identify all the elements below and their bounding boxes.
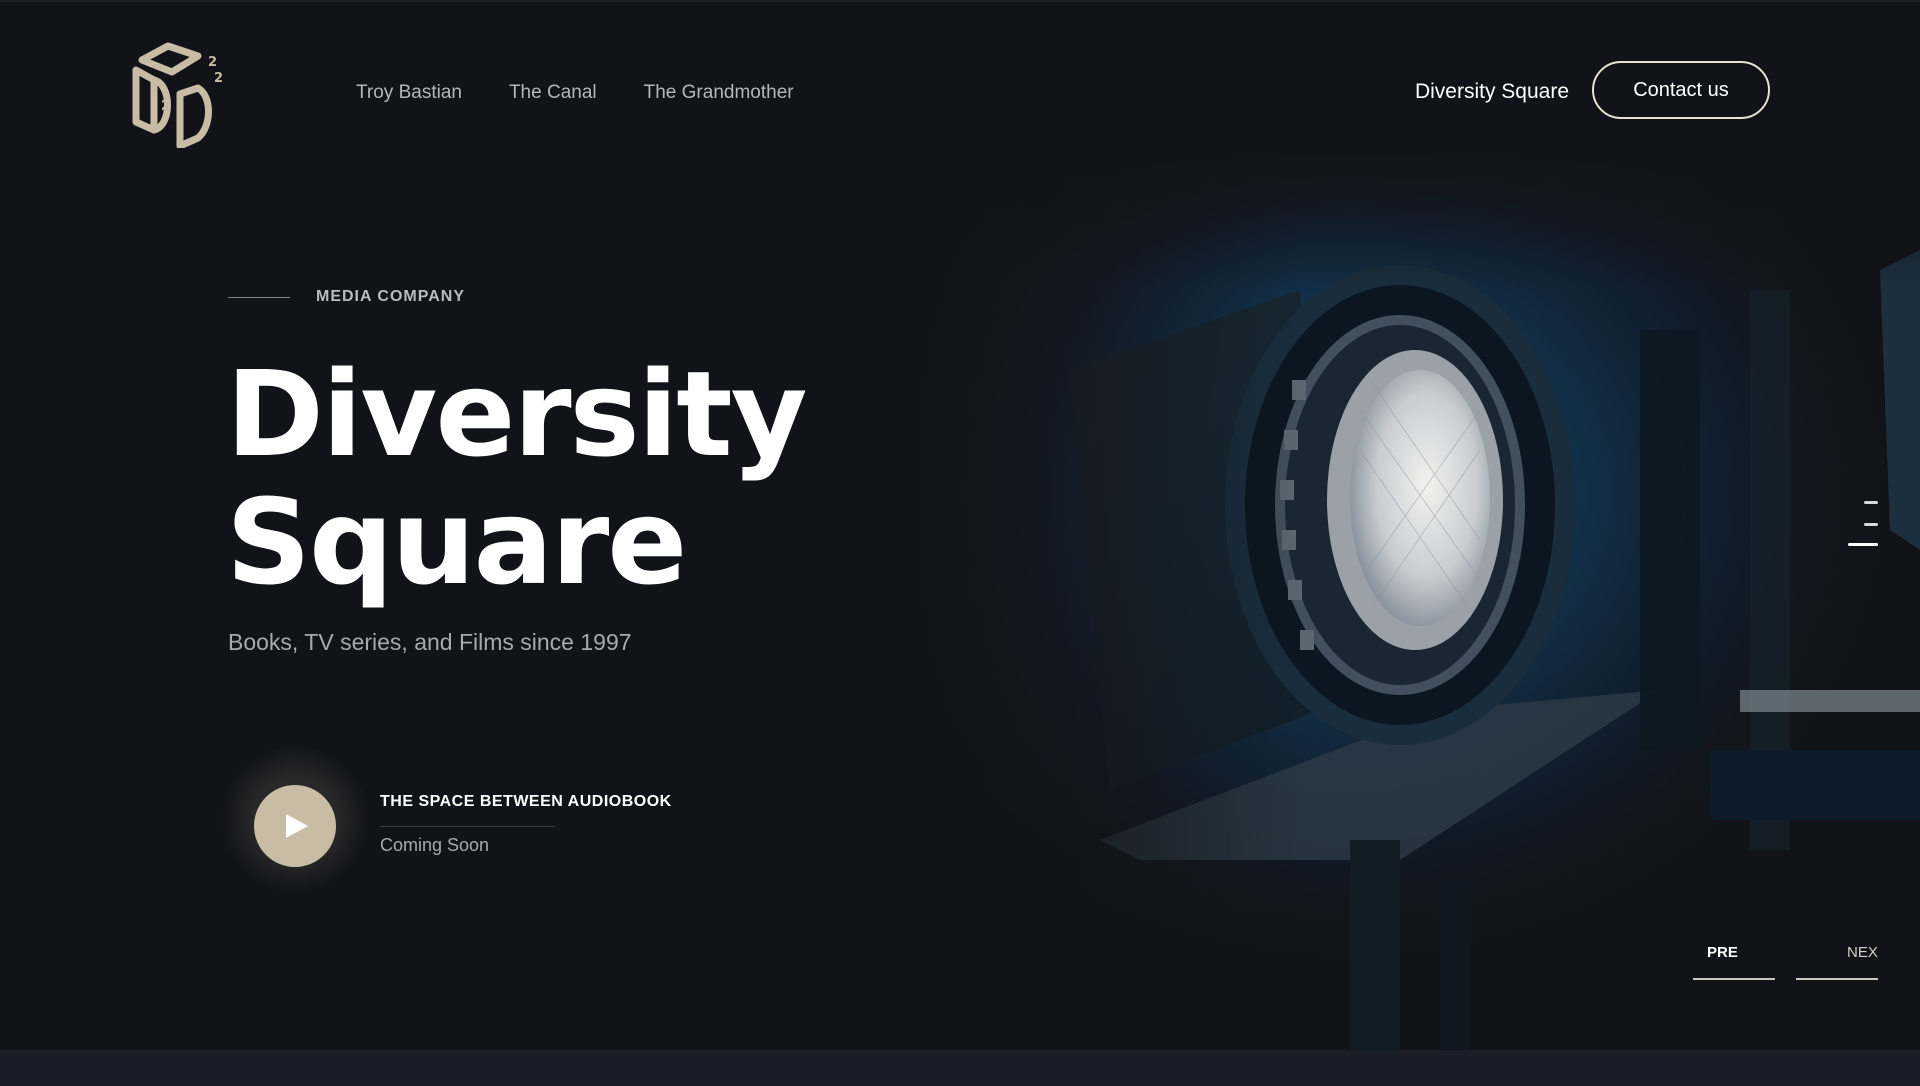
- hero-title-line-2: Square: [226, 473, 687, 611]
- eyebrow-rule: [228, 296, 290, 298]
- svg-text:2: 2: [208, 55, 217, 70]
- prev-slide-button[interactable]: PRE: [1707, 944, 1738, 961]
- top-border: [0, 0, 1920, 2]
- slide-indicator-2[interactable]: [1864, 523, 1878, 526]
- play-button[interactable]: [254, 785, 336, 867]
- nav-item-the-grandmother[interactable]: The Grandmother: [644, 82, 794, 104]
- hero-subtitle: Books, TV series, and Films since 1997: [228, 629, 632, 655]
- svg-text:2: 2: [161, 99, 170, 114]
- prev-slide-rule: [1693, 978, 1775, 980]
- main-nav: Troy Bastian The Canal The Grandmother: [356, 82, 794, 104]
- page: 2 2 2 Troy Bastian The Canal The Grandmo…: [0, 0, 1920, 1086]
- cube-d-logo-icon[interactable]: 2 2 2: [128, 36, 232, 150]
- hero-title: Diversity Square: [226, 345, 808, 611]
- audiobook-divider: [380, 826, 555, 827]
- bottom-bar: [0, 1050, 1920, 1086]
- contact-us-button[interactable]: Contact us: [1592, 61, 1770, 119]
- eyebrow-label: MEDIA COMPANY: [316, 288, 465, 305]
- site-name-link[interactable]: Diversity Square: [1415, 80, 1569, 104]
- next-slide-button[interactable]: NEX: [1847, 944, 1878, 961]
- eyebrow: MEDIA COMPANY: [228, 288, 465, 306]
- audiobook-status: Coming Soon: [380, 835, 490, 855]
- audiobook-title: THE SPACE BETWEEN AUDIOBOOK: [380, 793, 672, 810]
- nav-item-the-canal[interactable]: The Canal: [509, 82, 597, 104]
- hero-spotlight-image: [880, 150, 1920, 1050]
- nav-item-troy-bastian[interactable]: Troy Bastian: [356, 82, 462, 104]
- slide-indicator-1[interactable]: [1864, 501, 1878, 504]
- svg-text:2: 2: [214, 71, 223, 86]
- play-icon: [286, 814, 308, 838]
- next-slide-rule: [1796, 978, 1878, 980]
- hero-title-line-1: Diversity: [226, 345, 808, 483]
- slide-indicator-3[interactable]: [1848, 543, 1878, 546]
